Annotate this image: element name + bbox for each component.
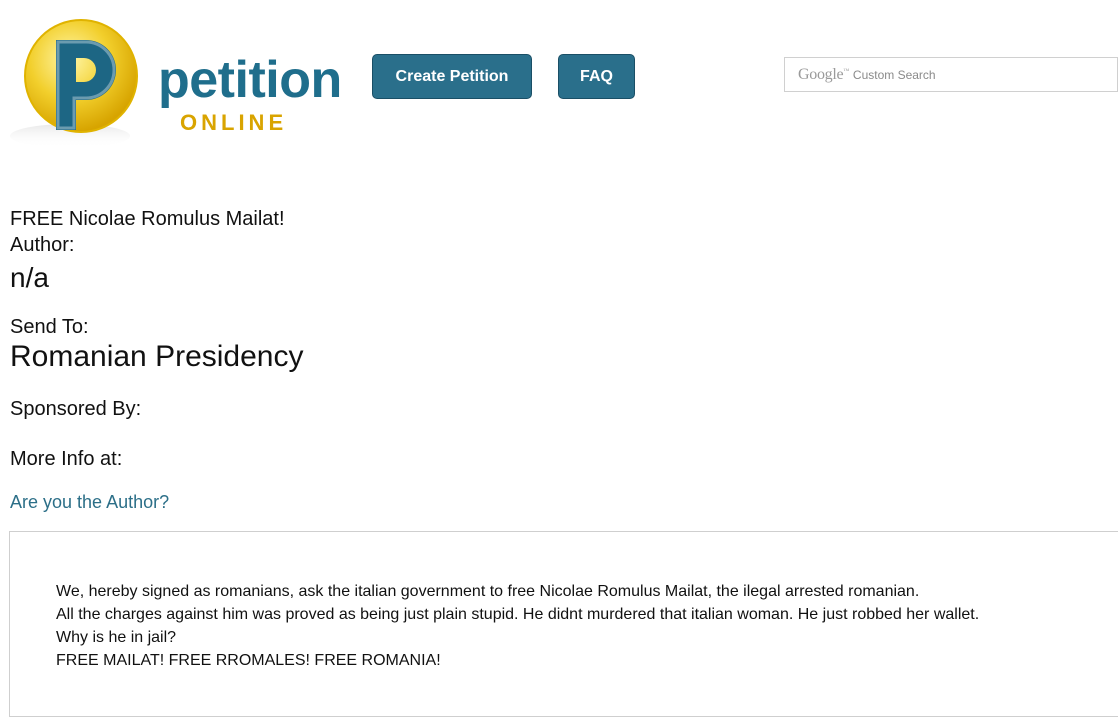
more-info-label: More Info at:	[10, 448, 123, 470]
search-input[interactable]: Google™ Custom Search	[784, 57, 1118, 92]
faq-button[interactable]: FAQ	[558, 54, 635, 99]
petition-body-box: We, hereby signed as romanians, ask the …	[9, 531, 1118, 717]
petition-body-line: All the charges against him was proved a…	[56, 606, 980, 623]
search-placeholder: Custom Search	[852, 67, 936, 82]
petition-online-logo[interactable]: petition ONLINE	[8, 18, 342, 152]
google-brand-text: Google	[798, 65, 844, 83]
petition-body-line: Why is he in jail?	[56, 629, 177, 646]
petition-title: FREE Nicolae Romulus Mailat!	[10, 208, 285, 230]
p-logo-icon	[10, 19, 138, 148]
petition-body-line: FREE MAILAT! FREE RROMALES! FREE ROMANIA…	[56, 652, 441, 669]
petition-body-text: We, hereby signed as romanians, ask the …	[56, 580, 979, 672]
sponsored-by-label: Sponsored By:	[10, 398, 142, 420]
send-to-label: Send To:	[10, 316, 89, 338]
trademark-mark: ™	[843, 68, 849, 75]
are-you-author-link[interactable]: Are you the Author?	[10, 493, 169, 511]
petition-body-line: We, hereby signed as romanians, ask the …	[56, 583, 920, 600]
logo-subtitle: ONLINE	[180, 110, 288, 135]
send-to-value: Romanian Presidency	[10, 340, 304, 373]
create-petition-button[interactable]: Create Petition	[372, 54, 532, 99]
google-logo: Google™	[798, 66, 849, 84]
page: petition ONLINE Create Petition FAQ Goog…	[0, 0, 1118, 718]
author-value: n/a	[10, 262, 49, 293]
author-label: Author:	[10, 234, 75, 256]
logo-wordmark: petition	[158, 51, 342, 109]
